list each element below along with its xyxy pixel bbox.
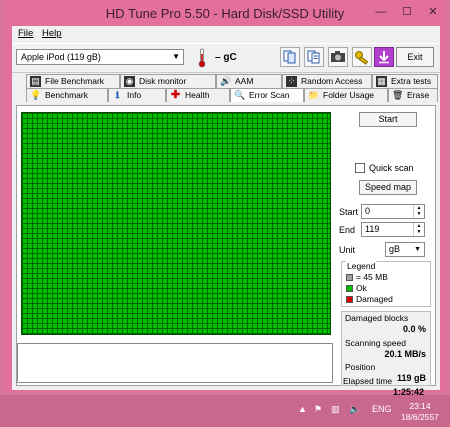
tab-random-access[interactable]: ⁘ Random Access [282,74,372,88]
flag-icon[interactable]: ⚑ [314,404,322,415]
title-bar[interactable]: HD Tune Pro 5.50 - Hard Disk/SSD Utility… [4,0,446,28]
start-label: Start [339,207,359,217]
tab-aam[interactable]: 🔊 AAM [216,74,282,88]
damaged-blocks-value: 0.0 % [402,324,426,334]
end-spinbox[interactable]: 119 ▲ ▼ [361,222,425,237]
maximize-button[interactable]: ☐ [398,5,416,19]
folder-icon: 📁 [308,90,320,100]
trash-icon: 🗑 [392,90,404,100]
start-value: 0 [365,206,371,216]
tab-extra-tests[interactable]: ▦ Extra tests [372,74,438,88]
exit-button[interactable]: Exit [396,47,434,67]
tab-health[interactable]: ✚ Health [166,88,230,102]
screenshot-button[interactable] [328,47,348,67]
download-update-button[interactable] [374,47,394,67]
menu-bar: File Help [12,26,440,42]
end-value: 119 [365,224,380,234]
quick-scan-label: Quick scan [369,163,414,173]
extra-tests-icon: ▦ [376,76,387,87]
camera-icon [331,51,345,62]
copy-info-button[interactable] [280,47,300,67]
tab-benchmark[interactable]: 💡 Benchmark [26,88,108,102]
drive-select-value: Apple iPod (119 gB) [21,52,101,62]
chevron-down-icon: ▼ [172,52,180,61]
block-map [21,112,331,335]
toolbar: Apple iPod (119 gB) ▼ – gC Exit [12,43,440,73]
tab-disk-monitor[interactable]: ◉ Disk monitor [120,74,216,88]
tray-up-arrow-icon[interactable]: ▲ [298,404,307,414]
clock[interactable]: 23:14 18/6/2557 [398,401,442,423]
drive-select[interactable]: Apple iPod (119 gB) ▼ [16,49,184,65]
file-benchmark-icon: ▤ [30,76,41,87]
copy-text-button[interactable] [304,47,324,67]
speed-map-button[interactable]: Speed map [359,180,417,195]
legend-title: Legend [346,261,377,271]
main-client-area: File Help Apple iPod (119 gB) ▼ – gC Exi… [12,26,440,397]
legend-box: Legend = 45 MB Ok Damaged [341,261,431,307]
speaker-icon: 🔊 [220,76,232,86]
random-access-icon: ⁘ [286,76,297,87]
tab-file-benchmark[interactable]: ▤ File Benchmark [26,74,120,88]
options-button[interactable] [352,47,372,67]
unit-select[interactable]: gB ▼ [385,242,425,257]
damaged-swatch-icon [346,296,353,303]
temperature-readout: – gC [215,52,237,63]
error-scan-panel: Start Quick scan Speed map Start 0 ▲ ▼ En… [16,105,436,386]
spin-arrows-icon[interactable]: ▲ ▼ [413,223,424,236]
tools-icon [355,51,369,65]
start-spinbox[interactable]: 0 ▲ ▼ [361,204,425,219]
menu-file[interactable]: File [18,28,33,39]
minimize-button[interactable]: — [372,5,390,19]
thermometer-icon [198,48,206,68]
tab-error-scan[interactable]: 🔍 Error Scan [230,88,304,102]
magnifier-icon: 🔍 [234,90,246,100]
copy-info-icon [283,50,296,64]
spin-arrows-icon[interactable]: ▲ ▼ [413,205,424,218]
info-icon: ℹ [115,90,120,100]
download-arrow-icon [379,51,389,64]
taskbar: ▲ ⚑ ▥ 🔈 ENG 23:14 18/6/2557 [0,395,450,427]
elapsed-time-label: Elapsed time [343,376,393,386]
network-icon[interactable]: ▥ [331,404,340,415]
tab-erase[interactable]: 🗑 Erase [388,88,438,102]
close-button[interactable]: ✕ [424,5,442,19]
scan-stats: Damaged blocks 0.0 % Scanning speed 20.1… [341,311,431,386]
app-window: HD Tune Pro 5.50 - Hard Disk/SSD Utility… [4,0,446,397]
scanning-speed-value: 20.1 MB/s [384,349,426,359]
clock-time: 23:14 [409,401,431,411]
scan-controls: Start Quick scan Speed map Start 0 ▲ ▼ En… [337,106,435,387]
tab-folder-usage[interactable]: 📁 Folder Usage [304,88,388,102]
disk-monitor-icon: ◉ [124,76,135,87]
legend-ok: Ok [346,283,367,293]
unit-value: gB [389,244,401,254]
quick-scan-checkbox[interactable] [355,163,365,173]
volume-icon[interactable]: 🔈 [349,404,360,415]
health-cross-icon: ✚ [170,89,181,101]
unit-label: Unit [339,245,356,255]
position-label: Position [345,362,376,372]
damaged-blocks-label: Damaged blocks [345,313,409,323]
chevron-down-icon: ▼ [414,246,421,253]
benchmark-icon: 💡 [30,90,42,100]
block-swatch-icon [346,274,353,281]
legend-block-size: = 45 MB [346,272,388,282]
language-indicator[interactable]: ENG [372,404,392,414]
start-scan-button[interactable]: Start [359,112,417,127]
ok-swatch-icon [346,285,353,292]
clock-date: 18/6/2557 [401,412,439,422]
menu-help[interactable]: Help [42,28,62,39]
end-label: End [339,225,356,235]
scanning-speed-label: Scanning speed [345,338,406,348]
copy-text-icon [307,50,320,64]
scan-log-box[interactable] [17,343,333,383]
tab-info[interactable]: ℹ Info [108,88,166,102]
legend-damaged: Damaged [346,294,393,304]
